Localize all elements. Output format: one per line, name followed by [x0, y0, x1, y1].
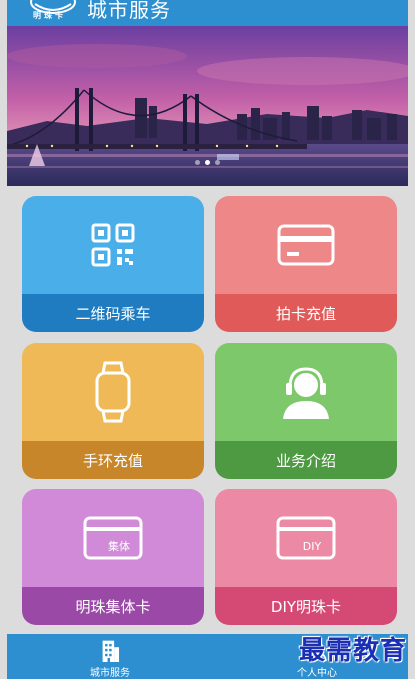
nav-item-city-service[interactable]: 城市服务 [50, 634, 170, 679]
tile-label: 手环充值 [22, 441, 204, 479]
group-card-icon: 集体 [83, 516, 143, 560]
tile-label: 二维码乘车 [22, 294, 204, 332]
diy-card-icon-text: DIY [303, 540, 322, 553]
tile-top: DIY [215, 489, 397, 587]
tile-top [215, 343, 397, 441]
nav-label: 城市服务 [90, 668, 130, 679]
qr-code-icon [91, 223, 135, 267]
tile-band-recharge[interactable]: 手环充值 [22, 343, 204, 479]
tile-top [215, 196, 397, 294]
building-icon [102, 640, 120, 662]
carousel-dot[interactable] [195, 160, 200, 165]
app-frame: 明珠卡 城市服务 二维码乘车 拍卡充值 手环充值 业务介绍 集体 明珠集体卡 D… [0, 0, 415, 679]
logo-text: 明珠卡 [33, 11, 66, 20]
smart-band-icon [95, 361, 131, 423]
tile-business-intro[interactable]: 业务介绍 [215, 343, 397, 479]
tile-top [22, 343, 204, 441]
tile-diy-card[interactable]: DIY DIY明珠卡 [215, 489, 397, 625]
group-card-icon-text: 集体 [108, 539, 130, 553]
tile-label: DIY明珠卡 [215, 587, 397, 625]
page-title: 城市服务 [87, 0, 171, 22]
customer-service-icon [283, 367, 329, 419]
card-icon [277, 224, 335, 266]
tile-top [22, 196, 204, 294]
tile-qr-ride[interactable]: 二维码乘车 [22, 196, 204, 332]
tile-label: 拍卡充值 [215, 294, 397, 332]
carousel-dot-active[interactable] [205, 160, 210, 165]
tile-top: 集体 [22, 489, 204, 587]
tile-label: 明珠集体卡 [22, 587, 204, 625]
tile-label: 业务介绍 [215, 441, 397, 479]
diy-card-icon: DIY [276, 516, 336, 560]
tile-group-card[interactable]: 集体 明珠集体卡 [22, 489, 204, 625]
carousel-dot[interactable] [215, 160, 220, 165]
service-grid: 二维码乘车 拍卡充值 手环充值 业务介绍 集体 明珠集体卡 DIY DIY明珠卡 [7, 186, 408, 634]
watermark-text: 最需教育 [299, 636, 408, 666]
tile-card-recharge[interactable]: 拍卡充值 [215, 196, 397, 332]
top-header: 明珠卡 城市服务 [7, 0, 408, 26]
banner-carousel[interactable] [7, 26, 408, 186]
